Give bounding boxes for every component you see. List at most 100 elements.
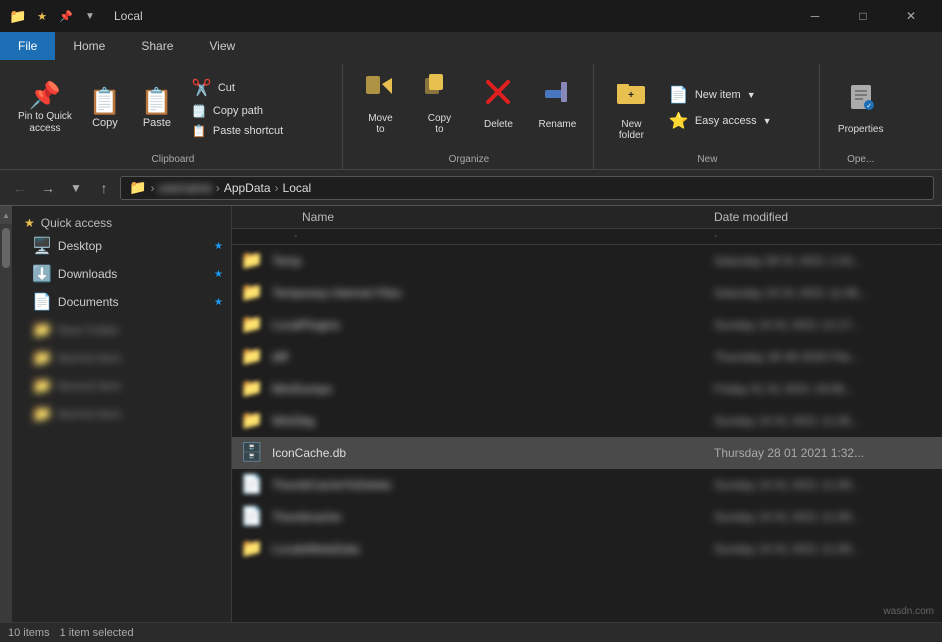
table-row[interactable]: 📁 Temporary Internet Files Saturday 23 0…	[232, 277, 942, 309]
down-arrow-icon[interactable]: ▼	[80, 6, 100, 26]
sort-date-indicator: -	[714, 231, 934, 242]
sort-name-indicator: -	[294, 231, 714, 242]
copy-to-icon	[423, 70, 455, 110]
delete-icon	[482, 76, 514, 116]
copy-large-button[interactable]: 📋 Copy	[80, 84, 130, 133]
address-path[interactable]: 📁 › username › AppData › Local	[120, 176, 934, 200]
close-button[interactable]: ✕	[888, 2, 934, 30]
table-row[interactable]: 📁 LocaleMetaData Sunday 10 01 2021 11:09…	[232, 533, 942, 565]
path-separator-2: ›	[216, 181, 220, 195]
clipboard-small-col: ✂️ Cut 🗒️ Copy path 📋 Paste shortcut	[184, 75, 334, 141]
pin-quickaccess-icon: 📌	[29, 82, 61, 108]
sidebar-item-newfolder[interactable]: 📁 New Folder	[12, 316, 231, 344]
ribbon-group-organize: Move to Copy to Delete	[345, 64, 594, 169]
pin-icon[interactable]: 📌	[56, 6, 76, 26]
paste-shortcut-icon: 📋	[192, 124, 207, 138]
sidebar-item-desktop[interactable]: 🖥️ Desktop ★	[12, 232, 231, 260]
table-row[interactable]: 📁 LocalPlugins Sunday 10 01 2021 12:17..…	[232, 309, 942, 341]
path-username: username	[158, 181, 211, 195]
ribbon-group-new: + New folder 📄 New item ▼ ⭐ Easy access …	[596, 64, 820, 169]
new-small-col: 📄 New item ▼ ⭐ Easy access ▼	[661, 82, 811, 134]
path-local: Local	[283, 181, 312, 195]
recent-button[interactable]: ▼	[64, 176, 88, 200]
file-icon-4: 📁	[240, 378, 264, 399]
desktop-icon: 🖥️	[32, 236, 52, 256]
clipboard-label: Clipboard	[152, 150, 195, 165]
clipboard-buttons: 📌 Pin to Quick access 📋 Copy 📋 Paste ✂️ …	[12, 66, 334, 150]
tab-view[interactable]: View	[191, 32, 253, 60]
file-icon-9: 📁	[240, 538, 264, 559]
cut-button[interactable]: ✂️ Cut	[184, 75, 334, 101]
table-row[interactable]: 📁 MiniDumps Friday 01 01 2021 19:06...	[232, 373, 942, 405]
status-bar: 10 items 1 item selected	[0, 622, 942, 642]
rename-icon	[541, 76, 573, 116]
title-bar: 📁 ★ 📌 ▼ Local ─ □ ✕	[0, 0, 942, 32]
up-button[interactable]: ↑	[92, 176, 116, 200]
copy-to-button[interactable]: Copy to	[412, 66, 467, 139]
pin-desktop-icon: ★	[214, 241, 223, 252]
scroll-thumb[interactable]	[2, 228, 10, 268]
col-date-header[interactable]: Date modified	[714, 210, 934, 224]
path-separator-1: ›	[150, 181, 154, 195]
tab-file[interactable]: File	[0, 32, 55, 60]
properties-icon: ✓	[845, 81, 877, 121]
paste-shortcut-button[interactable]: 📋 Paste shortcut	[184, 121, 334, 141]
table-row[interactable]: 📁 WinDbg Sunday 10 01 2021 11:05...	[232, 405, 942, 437]
file-icon-0: 📁	[240, 250, 264, 271]
file-icon-1: 📁	[240, 282, 264, 303]
organize-label: Organize	[449, 150, 490, 165]
downloads-icon: ⬇️	[32, 264, 52, 284]
new-item-arrow: ▼	[747, 90, 756, 100]
pin-downloads-icon: ★	[214, 269, 223, 280]
table-row[interactable]: 📄 Thumbcache Sunday 10 01 2021 11:09...	[232, 501, 942, 533]
file-icon-2: 📁	[240, 314, 264, 335]
rename-button[interactable]: Rename	[530, 72, 585, 134]
open-buttons: ✓ Properties	[830, 66, 892, 150]
main-area: ▲ ★ Quick access 🖥️ Desktop ★ ⬇️ Downloa…	[0, 206, 942, 622]
sidebar-scroll[interactable]: ▲	[0, 206, 12, 622]
sidebar-item-blurred3[interactable]: 📁 blurred item	[12, 400, 231, 428]
scroll-up-button[interactable]: ▲	[0, 206, 12, 224]
forward-button[interactable]: →	[36, 176, 60, 200]
watermark: wasdn.com	[883, 606, 934, 617]
sidebar-item-documents[interactable]: 📄 Documents ★	[12, 288, 231, 316]
newfolder-icon: 📁	[32, 320, 52, 340]
copy-large-icon: 📋	[89, 88, 121, 114]
back-button[interactable]: ←	[8, 176, 32, 200]
move-to-button[interactable]: Move to	[353, 66, 408, 139]
paste-large-button[interactable]: 📋 Paste	[132, 84, 182, 133]
sidebar-item-blurred1[interactable]: 📁 blurred item	[12, 344, 231, 372]
delete-button[interactable]: Delete	[471, 72, 526, 134]
new-item-button[interactable]: 📄 New item ▼	[661, 82, 811, 108]
sidebar-item-downloads[interactable]: ⬇️ Downloads ★	[12, 260, 231, 288]
easy-access-arrow: ▼	[763, 116, 772, 126]
tab-home[interactable]: Home	[55, 32, 123, 60]
easy-access-button[interactable]: ⭐ Easy access ▼	[661, 108, 811, 134]
col-name-header[interactable]: Name	[272, 210, 714, 224]
table-row[interactable]: 🗄️ IconCache.db Thursday 28 01 2021 1:32…	[232, 437, 942, 469]
copy-path-button[interactable]: 🗒️ Copy path	[184, 101, 334, 121]
blurred2-icon: 📁	[32, 376, 52, 396]
maximize-button[interactable]: □	[840, 2, 886, 30]
sidebar-item-blurred2[interactable]: 📁 blurred item	[12, 372, 231, 400]
app-icon: 📁	[8, 6, 28, 26]
table-row[interactable]: 📁 Temp Saturday 09 01 2021 1:03...	[232, 245, 942, 277]
file-icon-7: 📄	[240, 474, 264, 495]
new-item-icon: 📄	[669, 85, 689, 105]
pin-documents-icon: ★	[214, 297, 223, 308]
new-label: New	[697, 150, 717, 165]
table-row[interactable]: 📄 ThumbCacheToDelete Sunday 10 01 2021 1…	[232, 469, 942, 501]
svg-text:✓: ✓	[866, 103, 872, 110]
file-list: Name Date modified - - 📁 Temp Saturday 0…	[232, 206, 942, 622]
blurred3-icon: 📁	[32, 404, 52, 424]
tab-share[interactable]: Share	[123, 32, 191, 60]
minimize-button[interactable]: ─	[792, 2, 838, 30]
pin-quickaccess-button[interactable]: 📌 Pin to Quick access	[12, 78, 78, 139]
ribbon-group-open: ✓ Properties Ope...	[822, 64, 900, 169]
properties-button[interactable]: ✓ Properties	[830, 77, 892, 139]
new-folder-button[interactable]: + New folder	[604, 72, 659, 145]
sidebar: ★ Quick access 🖥️ Desktop ★ ⬇️ Downloads…	[12, 206, 232, 622]
quick-access-icon[interactable]: ★	[32, 6, 52, 26]
path-folder-icon: 📁	[129, 179, 146, 196]
table-row[interactable]: 📁 diff Thursday 26 09 2020 File...	[232, 341, 942, 373]
